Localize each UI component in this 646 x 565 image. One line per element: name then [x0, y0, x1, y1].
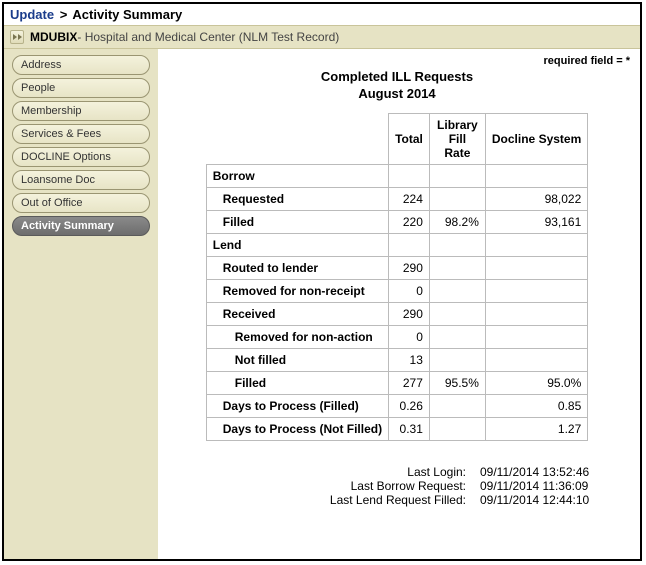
- breadcrumb-current: Activity Summary: [72, 7, 182, 22]
- cell-rate: [429, 187, 485, 210]
- cell-sys: 93,161: [485, 210, 587, 233]
- row-label: Borrow: [206, 164, 388, 187]
- breadcrumb: Update > Activity Summary: [4, 4, 640, 25]
- cell-total: 277: [389, 371, 430, 394]
- table-row: Borrow: [206, 164, 588, 187]
- cell-sys: 0.85: [485, 394, 587, 417]
- cell-sys: [485, 325, 587, 348]
- sidebar-item-activity-summary[interactable]: Activity Summary: [12, 216, 150, 236]
- table-row: Filled27795.5%95.0%: [206, 371, 588, 394]
- table-row: Requested224 98,022: [206, 187, 588, 210]
- required-field-note: required field = *: [164, 55, 630, 67]
- breadcrumb-root[interactable]: Update: [10, 7, 54, 22]
- cell-sys: 95.0%: [485, 371, 587, 394]
- cell-total: 224: [389, 187, 430, 210]
- institution-name: - Hospital and Medical Center (NLM Test …: [77, 30, 339, 44]
- row-label: Days to Process (Not Filled): [206, 417, 388, 440]
- report-title-line1: Completed ILL Requests: [164, 69, 630, 86]
- meta-key: Last Login:: [270, 465, 480, 479]
- meta-row: Last Borrow Request:09/11/2014 11:36:09: [164, 479, 630, 493]
- cell-rate: [429, 348, 485, 371]
- cell-sys: 1.27: [485, 417, 587, 440]
- sidebar-item-loansome-doc[interactable]: Loansome Doc: [12, 170, 150, 190]
- col-header-docline: Docline System: [485, 113, 587, 164]
- meta-value: 09/11/2014 11:36:09: [480, 479, 630, 493]
- cell-total: 290: [389, 256, 430, 279]
- cell-total: 0: [389, 279, 430, 302]
- sidebar-item-address[interactable]: Address: [12, 55, 150, 75]
- sidebar-item-people[interactable]: People: [12, 78, 150, 98]
- sidebar-item-out-of-office[interactable]: Out of Office: [12, 193, 150, 213]
- app-frame: Update > Activity Summary MDUBIX - Hospi…: [2, 2, 642, 561]
- sidebar-item-membership[interactable]: Membership: [12, 101, 150, 121]
- cell-rate: [429, 302, 485, 325]
- cell-total: 0.26: [389, 394, 430, 417]
- row-label: Lend: [206, 233, 388, 256]
- activity-table: Total Library Fill Rate Docline System B…: [206, 113, 589, 441]
- row-label: Received: [206, 302, 388, 325]
- meta-row: Last Lend Request Filled:09/11/2014 12:4…: [164, 493, 630, 507]
- table-row: Routed to lender290: [206, 256, 588, 279]
- row-label: Requested: [206, 187, 388, 210]
- table-row: Not filled13: [206, 348, 588, 371]
- cell-sys: [485, 348, 587, 371]
- table-row: Lend: [206, 233, 588, 256]
- cell-total: 13: [389, 348, 430, 371]
- table-corner: [206, 113, 388, 164]
- row-label: Routed to lender: [206, 256, 388, 279]
- row-label: Removed for non-action: [206, 325, 388, 348]
- report-title: Completed ILL Requests August 2014: [164, 69, 630, 103]
- pager-next-icon[interactable]: [10, 30, 24, 44]
- institution-code: MDUBIX: [30, 30, 77, 44]
- table-row: Filled22098.2%93,161: [206, 210, 588, 233]
- row-label: Filled: [206, 371, 388, 394]
- cell-rate: [429, 325, 485, 348]
- cell-rate: [429, 417, 485, 440]
- cell-rate: [429, 164, 485, 187]
- cell-rate: [429, 256, 485, 279]
- cell-rate: [429, 233, 485, 256]
- row-label: Removed for non-receipt: [206, 279, 388, 302]
- cell-sys: [485, 164, 587, 187]
- cell-rate: [429, 279, 485, 302]
- cell-sys: [485, 302, 587, 325]
- col-header-fill-rate: Library Fill Rate: [429, 113, 485, 164]
- footer-meta: Last Login:09/11/2014 13:52:46Last Borro…: [164, 465, 630, 507]
- cell-rate: [429, 394, 485, 417]
- cell-total: 220: [389, 210, 430, 233]
- col-header-total: Total: [389, 113, 430, 164]
- cell-sys: 98,022: [485, 187, 587, 210]
- sidebar: Address People Membership Services & Fees DO…: [4, 49, 158, 559]
- cell-sys: [485, 279, 587, 302]
- row-label: Filled: [206, 210, 388, 233]
- table-row: Days to Process (Filled)0.26 0.85: [206, 394, 588, 417]
- sidebar-item-docline-options[interactable]: DOCLINE Options: [12, 147, 150, 167]
- meta-row: Last Login:09/11/2014 13:52:46: [164, 465, 630, 479]
- institution-bar: MDUBIX - Hospital and Medical Center (NL…: [4, 25, 640, 49]
- breadcrumb-separator: >: [60, 7, 68, 22]
- cell-sys: [485, 256, 587, 279]
- meta-value: 09/11/2014 13:52:46: [480, 465, 630, 479]
- row-label: Days to Process (Filled): [206, 394, 388, 417]
- table-row: Removed for non-action0: [206, 325, 588, 348]
- meta-key: Last Lend Request Filled:: [270, 493, 480, 507]
- report-title-line2: August 2014: [164, 86, 630, 103]
- table-row: Days to Process (Not Filled)0.31 1.27: [206, 417, 588, 440]
- cell-total: 0.31: [389, 417, 430, 440]
- cell-total: 0: [389, 325, 430, 348]
- cell-rate: 95.5%: [429, 371, 485, 394]
- meta-key: Last Borrow Request:: [270, 479, 480, 493]
- cell-total: 290: [389, 302, 430, 325]
- meta-value: 09/11/2014 12:44:10: [480, 493, 630, 507]
- cell-total: [389, 164, 430, 187]
- row-label: Not filled: [206, 348, 388, 371]
- cell-total: [389, 233, 430, 256]
- table-row: Removed for non-receipt0: [206, 279, 588, 302]
- sidebar-item-services-fees[interactable]: Services & Fees: [12, 124, 150, 144]
- main-panel: required field = * Completed ILL Request…: [158, 49, 640, 559]
- cell-rate: 98.2%: [429, 210, 485, 233]
- cell-sys: [485, 233, 587, 256]
- table-row: Received290: [206, 302, 588, 325]
